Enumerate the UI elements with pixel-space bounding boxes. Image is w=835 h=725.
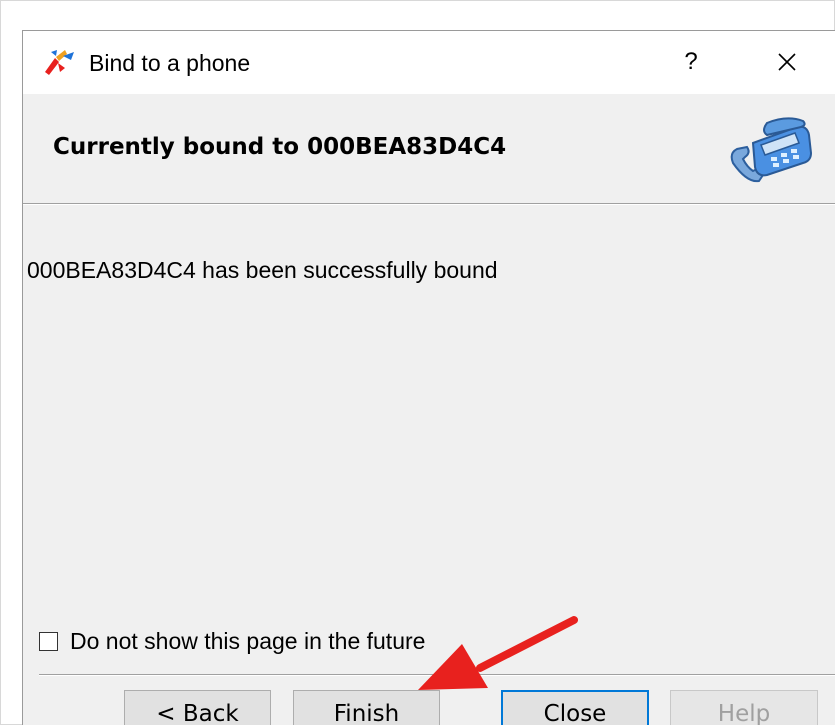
telephone-icon <box>730 117 813 183</box>
close-window-button[interactable] <box>767 42 807 82</box>
finish-button[interactable]: Finish <box>293 690 440 725</box>
help-title-label: ? <box>684 48 698 75</box>
title-bar[interactable]: Bind to a phone ? <box>23 31 835 94</box>
help-title-button[interactable]: ? <box>671 42 711 82</box>
header-divider <box>23 203 835 205</box>
dont-show-checkbox[interactable] <box>39 631 58 651</box>
close-icon <box>778 53 796 71</box>
close-button[interactable]: Close <box>501 690 649 725</box>
dont-show-label[interactable]: Do not show this page in the future <box>70 627 425 655</box>
page-heading: Currently bound to 000BEA83D4C4 <box>53 134 507 160</box>
footer-divider <box>39 674 835 676</box>
window-title: Bind to a phone <box>89 50 251 76</box>
bind-phone-dialog: Bind to a phone ? Currently bound to 000… <box>22 30 835 725</box>
screenshot-page: Bind to a phone ? Currently bound to 000… <box>0 0 835 725</box>
dont-show-option[interactable]: Do not show this page in the future <box>39 627 425 655</box>
back-button[interactable]: < Back <box>124 690 271 725</box>
app-icon <box>45 50 74 75</box>
status-message: 000BEA83D4C4 has been successfully bound <box>27 257 498 283</box>
help-button[interactable]: Help <box>670 690 818 725</box>
